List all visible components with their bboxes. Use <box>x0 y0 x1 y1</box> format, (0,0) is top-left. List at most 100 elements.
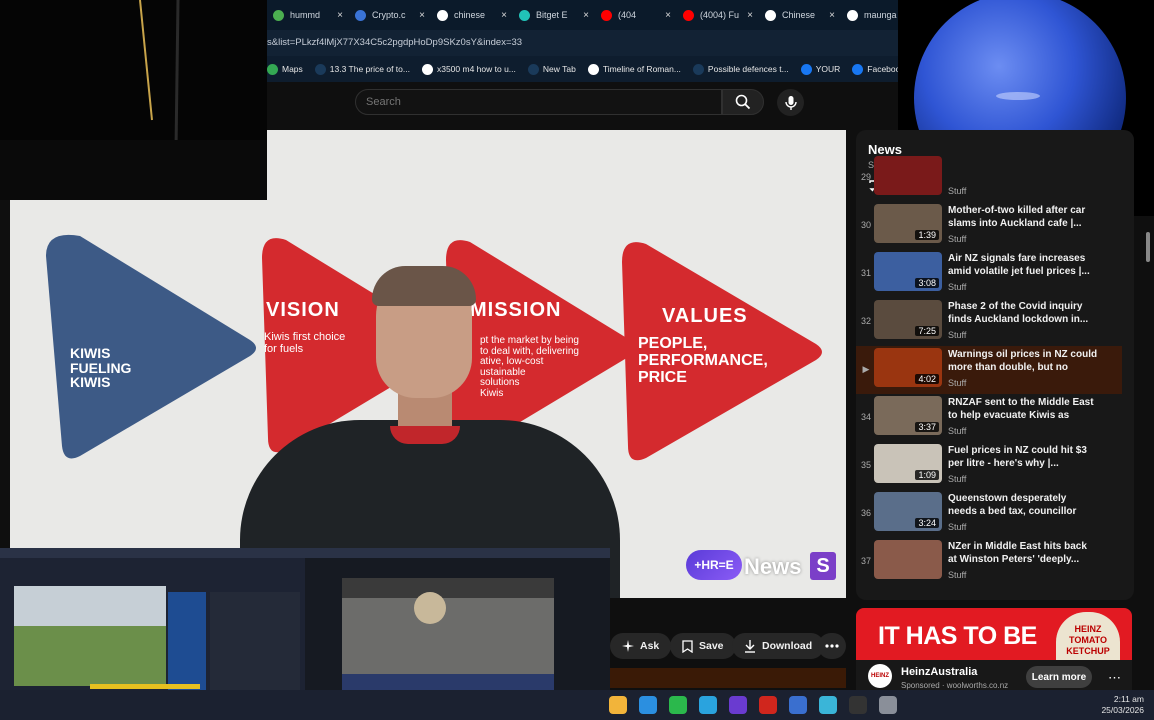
playlist-item-thumbnail[interactable] <box>874 540 942 579</box>
learn-more-button[interactable]: Learn more <box>1026 666 1092 688</box>
close-icon[interactable]: × <box>497 10 507 21</box>
app-purple-icon[interactable] <box>729 696 747 714</box>
app-red-icon[interactable] <box>759 696 777 714</box>
tab-label: chinese <box>454 10 486 20</box>
system-clock[interactable]: 2:11 am 25/03/2026 <box>1101 694 1144 716</box>
tab-favicon-icon <box>765 9 776 21</box>
playlist-item-title[interactable]: Mother-of-two killed after car slams int… <box>948 204 1098 230</box>
close-icon[interactable]: × <box>333 10 343 21</box>
playlist-item-thumbnail[interactable]: 3:24 <box>874 492 942 531</box>
playlist-scrollbar[interactable] <box>1145 222 1151 592</box>
tab-label: Chinese <box>782 10 816 20</box>
playlist-item[interactable]: 34 3:37 RNZAF sent to the Middle East to h… <box>856 394 1122 442</box>
playlist-item[interactable]: 37 NZer in Middle East hits back at Winst… <box>856 538 1122 586</box>
playlist-item-title[interactable]: Air NZ signals fare increases amid volat… <box>948 252 1098 278</box>
bookmark-item[interactable]: 13.3 The price of to... <box>314 63 410 75</box>
window-previews <box>0 548 610 710</box>
playlist-item-index: 35 <box>860 460 871 470</box>
playlist-item-title[interactable]: Fuel prices in NZ could hit $3 per litre… <box>948 444 1098 470</box>
browser-tab[interactable]: Crypto.c × <box>349 4 431 26</box>
close-icon[interactable]: × <box>661 10 671 21</box>
more-actions-button[interactable] <box>818 633 846 659</box>
ad-headline: IT HAS TO BE <box>878 622 1037 650</box>
advertiser-logo[interactable]: HEINZ <box>868 664 892 688</box>
triangle-heading: VALUES <box>662 305 748 327</box>
search-input[interactable] <box>356 90 721 114</box>
playlist-item[interactable]: 31 3:08 Air NZ signals fare increases amid… <box>856 250 1122 298</box>
playlist-panel: News Stuff · 3 29Stuff301:39Mother-of-tw… <box>856 130 1134 600</box>
bookmark-item[interactable]: New Tab <box>527 63 576 75</box>
network-icon[interactable] <box>819 696 837 714</box>
store-icon[interactable] <box>639 696 657 714</box>
playlist-item-thumbnail[interactable]: 4:02 <box>874 348 942 387</box>
playlist-item[interactable]: 29 Stuff <box>856 154 1122 202</box>
browser-tab[interactable]: maunga× <box>841 4 898 26</box>
browser-tab[interactable]: Bitget E × <box>513 4 595 26</box>
bookmark-icon <box>682 639 693 653</box>
bookmark-item[interactable]: Possible defences t... <box>692 63 789 75</box>
advertiser-name[interactable]: HeinzAustralia <box>901 666 977 678</box>
playlist-item-title[interactable]: NZer in Middle East hits back at Winston… <box>948 540 1098 566</box>
bookmark-label: Facebook green <box>867 64 898 74</box>
clock-date: 25/03/2026 <box>1101 705 1144 715</box>
taskbar: 2:11 am 25/03/2026 <box>0 690 1154 720</box>
playlist-item-thumbnail[interactable] <box>874 156 942 195</box>
playlist-item-thumbnail[interactable]: 1:39 <box>874 204 942 243</box>
close-icon[interactable]: × <box>579 10 589 21</box>
playlist-item[interactable]: 36 3:24 Queenstown desperately needs a bed… <box>856 490 1122 538</box>
description-area <box>610 668 846 688</box>
browser-tab[interactable]: Chinese × <box>759 4 841 26</box>
bookmark-favicon-icon <box>692 63 704 75</box>
settings-icon[interactable] <box>879 696 897 714</box>
bookmark-item[interactable]: Maps <box>267 63 303 75</box>
bookmark-item[interactable]: YOUR <box>800 63 841 75</box>
bookmark-favicon-icon <box>421 63 433 75</box>
address-url[interactable]: s&list=PLkzf4lMjX77X34C5c2pgdpHoDp9SKz0s… <box>267 37 522 48</box>
save-button[interactable]: Save <box>670 633 736 659</box>
telegram-icon[interactable] <box>699 696 717 714</box>
ask-button[interactable]: Ask <box>610 633 672 659</box>
bookmark-item[interactable]: x3500 m4 how to u... <box>421 63 516 75</box>
download-button[interactable]: Download <box>732 633 825 659</box>
search-button[interactable] <box>722 89 764 115</box>
playlist-item-thumbnail[interactable]: 1:09 <box>874 444 942 483</box>
scrollbar-thumb[interactable] <box>1146 232 1150 262</box>
browser-tab[interactable]: (4004) Fu × <box>677 4 759 26</box>
close-icon[interactable]: × <box>743 10 753 21</box>
playlist-item-title[interactable]: Queenstown desperately needs a bed tax, … <box>948 492 1098 518</box>
playlist-item[interactable]: 30 1:39 Mother-of-two killed after car sla… <box>856 202 1122 250</box>
close-icon[interactable]: × <box>825 10 835 21</box>
playlist-item[interactable]: ▶ 4:02 Warnings oil prices in NZ could mor… <box>856 346 1122 394</box>
playlist-item[interactable]: 32 7:25 Phase 2 of the Covid inquiry finds… <box>856 298 1122 346</box>
playlist-item-title[interactable]: RNZAF sent to the Middle East to help ev… <box>948 396 1098 422</box>
playlist-item-thumbnail[interactable]: 3:08 <box>874 252 942 291</box>
playlist-item-thumbnail[interactable]: 3:37 <box>874 396 942 435</box>
browser-tab[interactable]: hummd × <box>267 4 349 26</box>
playlist-item-channel: Stuff <box>948 282 967 292</box>
playlist-item-title[interactable]: Warnings oil prices in NZ could more tha… <box>948 348 1098 374</box>
voice-search-button[interactable] <box>777 89 804 116</box>
tab-favicon-icon <box>355 9 366 21</box>
file-explorer-icon[interactable] <box>609 696 627 714</box>
search-box[interactable] <box>355 89 722 115</box>
app-dark-icon[interactable] <box>849 696 867 714</box>
tab-label: hummd <box>290 10 321 20</box>
wechat-icon[interactable] <box>669 696 687 714</box>
download-icon <box>745 639 755 653</box>
ad-more-icon[interactable]: ⋯ <box>1108 670 1121 686</box>
browser-tab[interactable]: (404 × <box>595 4 677 26</box>
address-bar[interactable]: s&list=PLkzf4lMjX77X34C5c2pgdpHoDp9SKz0s… <box>267 30 898 56</box>
gamepad-icon[interactable] <box>789 696 807 714</box>
bookmark-item[interactable]: Facebook green <box>852 63 898 75</box>
playlist-item[interactable]: 35 1:09 Fuel prices in NZ could hit $3 per… <box>856 442 1122 490</box>
bookmark-item[interactable]: Timeline of Roman... <box>587 63 681 75</box>
bookmark-label: YOUR <box>815 64 841 74</box>
close-icon[interactable]: × <box>415 10 425 21</box>
video-player[interactable]: KIWIS FUELING KIWIS VISION Kiwis first c… <box>10 130 846 598</box>
save-label: Save <box>699 640 724 652</box>
playlist-item-title[interactable]: Phase 2 of the Covid inquiry finds Auckl… <box>948 300 1098 326</box>
browser-tab[interactable]: chinese × <box>431 4 513 26</box>
download-label: Download <box>762 640 813 652</box>
window-preview-strip[interactable] <box>0 548 610 710</box>
playlist-item-thumbnail[interactable]: 7:25 <box>874 300 942 339</box>
